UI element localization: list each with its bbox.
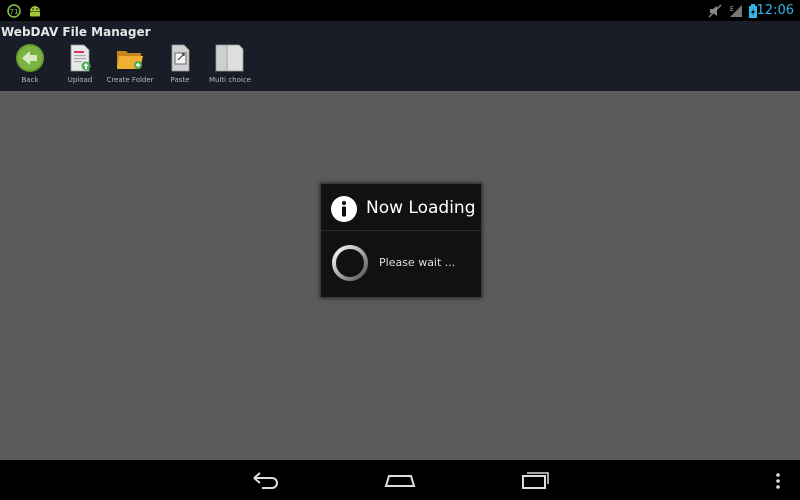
paste-button[interactable]: Paste: [154, 43, 206, 89]
status-bar: 71 E 12:06: [0, 0, 800, 21]
dialog-title: Now Loading: [366, 198, 476, 218]
clock: 12:06: [756, 3, 794, 18]
paste-icon: [154, 43, 206, 73]
app-header: WebDAV File Manager Back Upload Create F…: [0, 21, 800, 91]
back-button[interactable]: Back: [4, 43, 56, 89]
dialog-header: Now Loading: [321, 184, 481, 231]
multi-choice-button[interactable]: Multi choice: [204, 43, 256, 89]
mute-icon: [708, 3, 722, 18]
nav-recents-icon[interactable]: [519, 468, 553, 496]
loading-spinner-icon: [331, 244, 369, 286]
upload-button[interactable]: Upload: [54, 43, 106, 89]
nav-back-icon[interactable]: [248, 468, 282, 496]
loading-dialog: Now Loading Please wait ...: [320, 183, 482, 298]
navigation-bar: [0, 460, 800, 500]
app-title: WebDAV File Manager: [1, 25, 151, 39]
dialog-message: Please wait ...: [379, 256, 456, 269]
info-icon: [331, 196, 357, 226]
paste-label: Paste: [170, 76, 190, 84]
notification-app-icon: 71: [7, 3, 21, 18]
multi-choice-icon: [204, 43, 256, 73]
signal-icon: E: [728, 3, 742, 17]
folder-icon: [104, 43, 156, 73]
create-folder-button[interactable]: Create Folder: [104, 43, 156, 89]
android-debug-icon: [28, 3, 42, 17]
network-type-label: E: [730, 6, 734, 13]
back-arrow-icon: [4, 43, 56, 73]
nav-menu-icon[interactable]: [772, 468, 784, 496]
create-folder-label: Create Folder: [106, 76, 154, 84]
back-label: Back: [21, 76, 39, 84]
nav-home-icon[interactable]: [383, 468, 417, 496]
svg-text:71: 71: [10, 8, 19, 16]
upload-document-icon: [54, 43, 106, 73]
upload-label: Upload: [67, 76, 93, 84]
multi-choice-label: Multi choice: [208, 76, 251, 84]
